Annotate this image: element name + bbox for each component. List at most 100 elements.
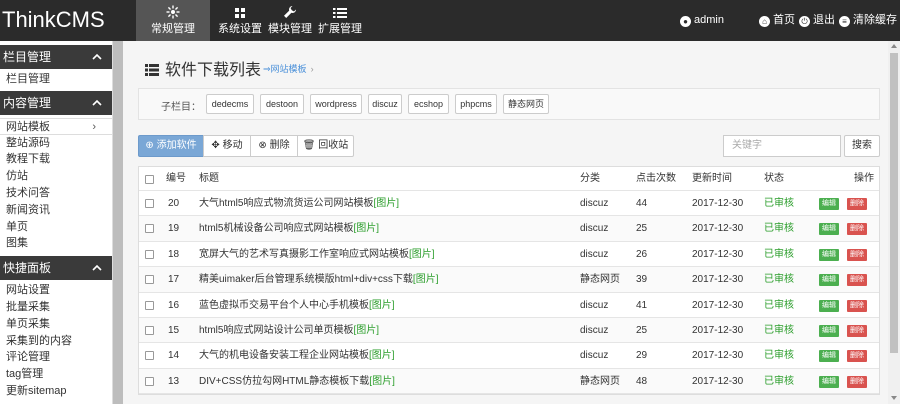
delete-button[interactable]: ⊗ 删除 — [250, 135, 298, 157]
sidebar-section-quick-panel[interactable]: 快捷面板 — [0, 256, 112, 281]
edit-button[interactable]: 编辑 — [819, 274, 839, 287]
row-clicks: 39 — [636, 274, 648, 286]
row-category: discuz — [580, 324, 609, 336]
row-id: 19 — [168, 223, 180, 235]
subcategory-destoon[interactable]: destoon — [260, 94, 304, 114]
sidebar-item-website-templates[interactable]: 网站模板 › — [0, 117, 112, 135]
home-label: 首页 — [773, 14, 795, 26]
row-category: discuz — [580, 299, 609, 311]
row-title[interactable]: DIV+CSS仿拉勾网HTML静态模板下载[图片] — [199, 369, 395, 394]
sidebar-item-column-management[interactable]: 栏目管理 — [0, 71, 112, 88]
edit-button[interactable]: 编辑 — [819, 248, 839, 261]
sidebar-item-gallery[interactable]: 图集 — [0, 235, 112, 252]
edit-button[interactable]: 编辑 — [819, 198, 839, 210]
row-checkbox[interactable] — [145, 224, 154, 234]
row-checkbox[interactable] — [145, 376, 154, 386]
add-software-button[interactable]: ⊕ 添加软件 — [138, 135, 204, 157]
breadcrumb[interactable]: ⇒网站模板 › — [263, 62, 314, 75]
row-title[interactable]: 蓝色虚拟币交易平台个人中心手机模板[图片] — [199, 293, 395, 318]
page-scrollbar[interactable] — [888, 41, 900, 404]
clear-cache-link[interactable]: ≡ 清除缓存 — [839, 0, 897, 41]
sidebar-item-site-source[interactable]: 整站源码 — [0, 135, 112, 152]
delete-row-button[interactable]: 删除 — [847, 350, 867, 363]
sidebar-item-news[interactable]: 新闻资讯 — [0, 202, 112, 219]
subcategory-ecshop[interactable]: ecshop — [408, 94, 449, 114]
sidebar-item-tutorial-download[interactable]: 教程下载 — [0, 151, 112, 168]
user-menu[interactable]: ● admin — [680, 0, 724, 41]
sidebar-splitter[interactable] — [113, 41, 123, 404]
header-actions: 操作 — [854, 173, 874, 184]
row-checkbox[interactable] — [145, 199, 154, 208]
sidebar-item-comment-management[interactable]: 评论管理 — [0, 349, 112, 366]
row-status: 已审核 — [764, 198, 794, 209]
row-checkbox[interactable] — [145, 351, 154, 361]
delete-row-button[interactable]: 删除 — [847, 274, 867, 287]
row-image-tag: [图片] — [369, 350, 395, 362]
delete-row-button[interactable]: 删除 — [847, 223, 867, 236]
row-title-text: html5机械设备公司响应式网站模板 — [199, 223, 354, 235]
sidebar-item-page-collect[interactable]: 单页采集 — [0, 316, 112, 333]
edit-button[interactable]: 编辑 — [819, 324, 839, 337]
chevron-up-icon — [92, 91, 102, 115]
sidebar-section-content-management[interactable]: 内容管理 — [0, 90, 112, 115]
tab-extension-management[interactable]: 扩展管理 — [318, 0, 362, 41]
trash-icon: 🗑 — [302, 140, 316, 151]
delete-row-button[interactable]: 删除 — [847, 324, 867, 337]
header-updated: 更新时间 — [692, 173, 732, 184]
sidebar-item-site-settings[interactable]: 网站设置 — [0, 282, 112, 299]
subcategory-wordpress[interactable]: wordpress — [310, 94, 362, 114]
select-all-checkbox[interactable] — [145, 175, 154, 184]
edit-button[interactable]: 编辑 — [819, 375, 839, 388]
add-label: 添加软件 — [156, 140, 197, 151]
search-button[interactable]: 搜索 — [844, 135, 880, 157]
row-checkbox[interactable] — [145, 300, 154, 310]
row-updated: 2017-12-30 — [692, 223, 744, 235]
scroll-thumb[interactable] — [890, 53, 898, 353]
sidebar-item-batch-collect[interactable]: 批量采集 — [0, 299, 112, 316]
sidebar-item-clone-site[interactable]: 仿站 — [0, 168, 112, 185]
subcategory-discuz[interactable]: discuz — [368, 94, 402, 114]
scroll-up-icon[interactable] — [891, 44, 897, 48]
move-button[interactable]: ✥ 移动 — [203, 135, 251, 157]
sidebar-item-tag-management[interactable]: tag管理 — [0, 366, 112, 383]
edit-button[interactable]: 编辑 — [819, 223, 839, 236]
tab-general[interactable]: 常规管理 — [136, 0, 210, 41]
row-title[interactable]: html5机械设备公司响应式网站模板[图片] — [199, 216, 379, 241]
home-link[interactable]: ⌂ 首页 — [759, 0, 795, 41]
sidebar-item-single-page[interactable]: 单页 — [0, 219, 112, 236]
row-updated: 2017-12-30 — [692, 274, 744, 286]
sidebar-section-column-management[interactable]: 栏目管理 — [0, 45, 112, 69]
row-title[interactable]: 精美uimaker后台管理系统模版html+div+css下载[图片] — [199, 267, 438, 292]
subcategory-phpcms[interactable]: phpcms — [455, 94, 497, 114]
row-checkbox[interactable] — [145, 275, 154, 285]
row-title[interactable]: html5响应式网站设计公司单页模板[图片] — [199, 318, 379, 343]
row-title[interactable]: 大气html5响应式物流货运公司网站模板[图片] — [199, 191, 399, 216]
tab-system-label: 系统设置 — [218, 23, 262, 35]
sidebar-item-tech-qa[interactable]: 技术问答 — [0, 185, 112, 202]
tab-system-settings[interactable]: 系统设置 — [215, 0, 265, 41]
logout-link[interactable]: ⏻ 退出 — [799, 0, 835, 41]
home-icon: ⌂ — [759, 16, 770, 27]
row-title[interactable]: 宽屏大气的艺术写真摄影工作室响应式网站模板[图片] — [199, 242, 435, 267]
delete-row-button[interactable]: 删除 — [847, 198, 867, 210]
search-input[interactable]: 关键字 — [723, 135, 841, 157]
sidebar-item-update-sitemap[interactable]: 更新sitemap — [0, 383, 112, 400]
recycle-bin-button[interactable]: 🗑 回收站 — [297, 135, 354, 157]
table-row: 20 大气html5响应式物流货运公司网站模板[图片] discuz 44 2017-1… — [139, 191, 879, 217]
subcategory-static[interactable]: 静态网页 — [503, 94, 549, 114]
tab-module-management[interactable]: 模块管理 — [267, 0, 313, 41]
delete-row-button[interactable]: 删除 — [847, 299, 867, 312]
page-title: 软件下载列表 — [145, 56, 261, 80]
sidebar-item-collected-content[interactable]: 采集到的内容 — [0, 333, 112, 350]
row-id: 17 — [168, 274, 180, 286]
row-checkbox[interactable] — [145, 249, 154, 259]
row-title[interactable]: 大气的机电设备安装工程企业网站模板[图片] — [199, 343, 395, 368]
header-status: 状态 — [764, 173, 784, 184]
delete-row-button[interactable]: 删除 — [847, 375, 867, 388]
delete-row-button[interactable]: 删除 — [847, 248, 867, 261]
scroll-down-icon[interactable] — [891, 396, 897, 400]
row-checkbox[interactable] — [145, 325, 154, 335]
edit-button[interactable]: 编辑 — [819, 350, 839, 363]
subcategory-dedecms[interactable]: dedecms — [206, 94, 254, 114]
edit-button[interactable]: 编辑 — [819, 299, 839, 312]
